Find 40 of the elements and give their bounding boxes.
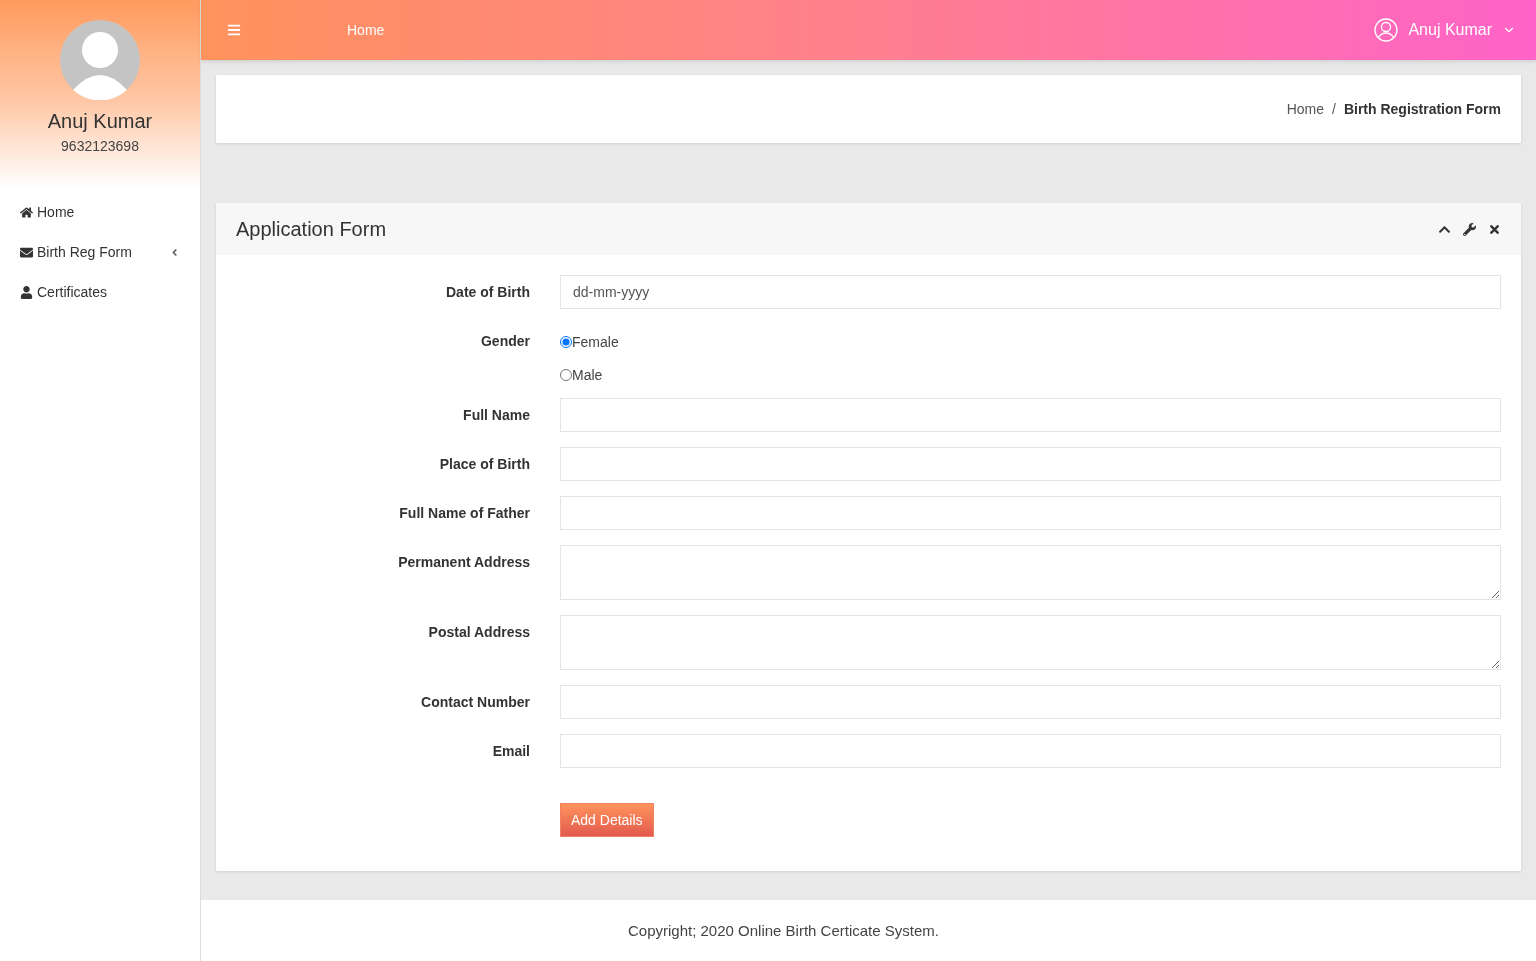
text-area[interactable] bbox=[560, 545, 1501, 600]
input-field[interactable] bbox=[560, 447, 1501, 481]
avatar-icon bbox=[60, 20, 140, 100]
breadcrumb-link[interactable]: Home bbox=[1286, 101, 1324, 117]
user-name: Anuj Kumar bbox=[47, 110, 153, 133]
breadcrumb-current: Birth Registration Form bbox=[1343, 101, 1501, 117]
sidebar-item[interactable]: Home bbox=[0, 192, 200, 232]
radio-option[interactable]: Male bbox=[560, 367, 1501, 383]
user-icon bbox=[1374, 18, 1399, 42]
sidebar-item[interactable]: Certificates bbox=[0, 272, 200, 312]
home-icon bbox=[20, 205, 33, 219]
panel-title: Application Form bbox=[236, 217, 388, 241]
field-label: Permanent Address bbox=[397, 553, 530, 570]
input-field[interactable] bbox=[560, 734, 1501, 768]
input-field[interactable] bbox=[560, 496, 1501, 530]
settings-button[interactable] bbox=[1463, 222, 1476, 236]
radio-option[interactable]: Female bbox=[560, 334, 1501, 350]
field-label: Gender bbox=[480, 332, 530, 349]
breadcrumb-separator: / bbox=[1332, 101, 1336, 117]
page-title: Home bbox=[347, 22, 386, 38]
input-field[interactable]: dd-mm-yyyy bbox=[560, 275, 1501, 309]
user-phone: 9632123698 bbox=[61, 138, 139, 154]
mail-icon bbox=[20, 245, 33, 259]
close-button[interactable] bbox=[1488, 222, 1501, 236]
text-area[interactable] bbox=[560, 615, 1501, 670]
input-field[interactable] bbox=[560, 685, 1501, 719]
sidebar-item[interactable]: Birth Reg Form bbox=[0, 232, 200, 272]
field-label: Contact Number bbox=[420, 693, 530, 710]
radio-button[interactable] bbox=[560, 336, 572, 348]
user-icon bbox=[20, 285, 33, 299]
radio-button[interactable] bbox=[560, 369, 572, 381]
field-label: Email bbox=[491, 742, 530, 759]
input-field[interactable] bbox=[560, 398, 1501, 432]
field-label: Date of Birth bbox=[445, 283, 530, 300]
copyright-text: Copyright; 2020 Online Birth Certicate System. bbox=[628, 922, 939, 939]
field-label: Full Name bbox=[462, 406, 530, 423]
field-label: Postal Address bbox=[427, 623, 530, 640]
field-label: Place of Birth bbox=[438, 455, 530, 472]
menu-button[interactable] bbox=[227, 23, 241, 37]
field-label: Full Name of Father bbox=[398, 504, 530, 521]
